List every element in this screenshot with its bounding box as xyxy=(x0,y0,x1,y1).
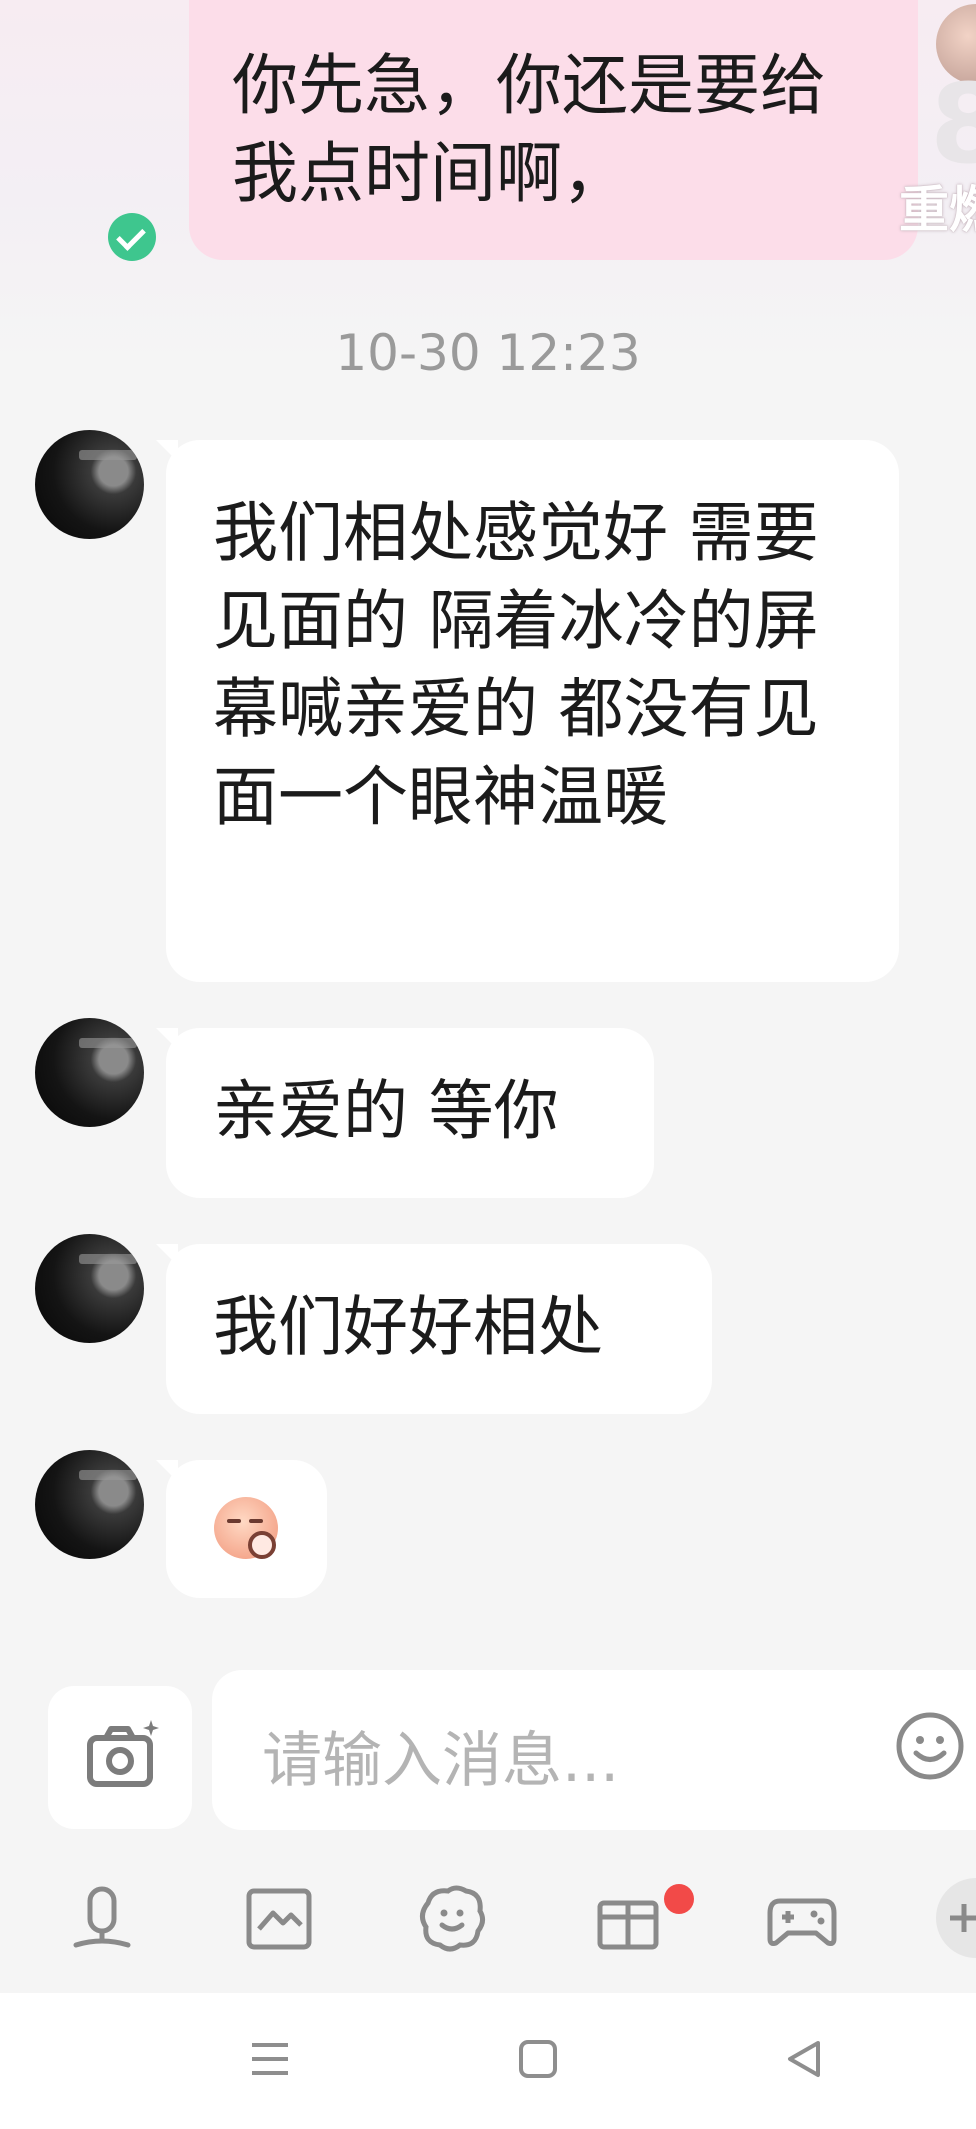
read-check-icon xyxy=(108,213,156,261)
contact-avatar[interactable] xyxy=(35,1018,144,1127)
gift-icon[interactable] xyxy=(592,1883,664,1955)
image-icon[interactable] xyxy=(243,1883,315,1955)
message-timestamp: 10-30 12:23 xyxy=(335,324,641,382)
more-button[interactable] xyxy=(936,1878,976,1958)
received-message-text: 我们好好相处 xyxy=(213,1290,604,1365)
contact-avatar[interactable] xyxy=(35,430,144,539)
home-icon[interactable] xyxy=(516,2037,560,2081)
message-input-placeholder: 请输入消息... xyxy=(262,1726,620,1796)
system-navigation-bar xyxy=(0,1993,976,2129)
received-message-bubble[interactable]: 我们好好相处 xyxy=(156,1244,712,1414)
back-icon[interactable] xyxy=(782,2037,826,2081)
microphone-icon[interactable] xyxy=(66,1883,138,1955)
contact-avatar[interactable] xyxy=(35,1450,144,1559)
received-message-bubble[interactable]: 我们相处感觉好 需要见面的 隔着冰冷的屏幕喊亲爱的 都没有见面一个眼神温暖 xyxy=(156,440,899,982)
received-message-bubble[interactable]: 亲爱的 等你 xyxy=(156,1028,654,1198)
camera-button[interactable] xyxy=(48,1686,192,1829)
camera-icon xyxy=(87,1720,159,1787)
gift-notification-badge xyxy=(664,1884,694,1914)
sticker-icon[interactable] xyxy=(416,1883,488,1955)
blushing-face-sticker-icon xyxy=(214,1497,278,1559)
plus-icon xyxy=(950,1904,976,1932)
emoji-icon[interactable] xyxy=(894,1710,966,1782)
sent-message-text: 你先急，你还是要给我点时间啊， xyxy=(232,47,826,212)
received-message-text: 亲爱的 等你 xyxy=(213,1074,559,1149)
received-message-text: 我们相处感觉好 需要见面的 隔着冰冷的屏幕喊亲爱的 都没有见面一个眼神温暖 xyxy=(213,496,819,835)
own-nickname-partial: 重燃 xyxy=(899,181,976,239)
sent-message-bubble[interactable]: 你先急，你还是要给我点时间啊， xyxy=(189,0,918,260)
game-controller-icon[interactable] xyxy=(766,1883,838,1955)
contact-avatar[interactable] xyxy=(35,1234,144,1343)
message-input[interactable]: 请输入消息... xyxy=(212,1670,976,1830)
menu-icon[interactable] xyxy=(248,2037,292,2081)
edge-decoration: 8 xyxy=(930,60,976,188)
